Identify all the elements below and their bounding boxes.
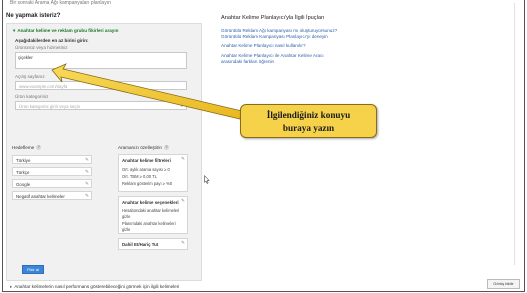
product-input[interactable]: çiçekler bbox=[15, 52, 187, 69]
targeting-item-label: Türkiye bbox=[16, 158, 31, 163]
chevron-down-icon: ▾ bbox=[180, 103, 183, 108]
tips-link-difference[interactable]: Anahtar Kelime Planlayıcı ile Anahtar Ke… bbox=[221, 53, 324, 58]
filter-line: Ort. aylık arama sayısı ≥ 0 bbox=[122, 167, 170, 172]
form-header[interactable]: ▾ Anahtar kelime ve reklam grubu fikirler… bbox=[13, 28, 118, 34]
option-line: Planımdaki anahtar kelimeleri bbox=[122, 221, 176, 226]
category-select[interactable]: Ürün kategorisi girin veya seçin ▾ bbox=[15, 101, 187, 110]
include-exclude-title: Dahil Et/Hariç Tut bbox=[122, 242, 159, 247]
help-icon[interactable]: ? bbox=[163, 145, 169, 151]
callout-line-1: İlgilendiğiniz konuyu bbox=[266, 110, 351, 120]
get-ideas-button[interactable]: Fikir al bbox=[22, 265, 44, 274]
mouse-cursor-icon bbox=[204, 175, 210, 184]
filter-line: Ort. TBM ≥ 0,00 TL bbox=[122, 174, 157, 179]
left-panel: Ne yapmak isteriz? ▾ Anahtar kelime ve re… bbox=[6, 13, 204, 283]
callout-line-2: buraya yazın bbox=[282, 123, 335, 133]
tips-link-howto[interactable]: Anahtar Kelime Planlayıcı nasıl kullanıl… bbox=[221, 43, 306, 48]
scrollbar-track[interactable] bbox=[514, 3, 522, 265]
landing-input-placeholder: www.example.com/sayfa bbox=[19, 84, 68, 89]
targeting-item-negative[interactable]: Negatif anahtar kelimeler ✎ bbox=[12, 191, 92, 200]
category-label: Ürün kategoriniz bbox=[15, 94, 49, 99]
keyword-filters-title: Anahtar kelime filtreleri bbox=[122, 158, 171, 163]
keyword-idea-form: ▾ Anahtar kelime ve reklam grubu fikirler… bbox=[6, 23, 202, 281]
include-exclude-card[interactable]: Dahil Et/Hariç Tut ✎ bbox=[118, 238, 188, 250]
pencil-icon[interactable]: ✎ bbox=[181, 156, 185, 162]
form-header-label: Anahtar kelime ve reklam grubu fikirleri… bbox=[17, 28, 119, 33]
help-icon[interactable]: ? bbox=[36, 145, 42, 151]
bottom-section-label: Anahtar kelimelerin nasıl performans gös… bbox=[14, 284, 180, 289]
pencil-icon[interactable]: ✎ bbox=[181, 198, 185, 204]
tips-title: Anahtar Kelime Planlayıcı'yla İlgili İpu… bbox=[221, 15, 325, 21]
bottom-collapsed-section[interactable]: ▸ Anahtar kelimelerin nasıl performans gö… bbox=[10, 284, 179, 290]
option-line: Hesabımdaki anahtar kelimeleri bbox=[122, 208, 180, 213]
product-input-value: çiçekler bbox=[18, 55, 33, 60]
pencil-icon[interactable]: ✎ bbox=[85, 169, 89, 175]
tips-panel: Anahtar Kelime Planlayıcı'yla İlgili İpu… bbox=[221, 15, 421, 21]
annotation-callout: İlgilendiğiniz konuyu buraya yazın bbox=[240, 104, 377, 138]
targeting-item-label: Negatif anahtar kelimeler bbox=[16, 194, 65, 199]
section-title: Ne yapmak isteriz? bbox=[6, 13, 61, 19]
pencil-icon[interactable]: ✎ bbox=[85, 193, 89, 199]
tips-link-display-planner[interactable]: Görüntülü Reklam Kampanyası Planlayıcı'y… bbox=[221, 34, 328, 39]
keyword-options-card[interactable]: Anahtar kelime seçenekleri ✎ Hesabımdaki… bbox=[118, 196, 188, 234]
landing-input[interactable]: www.example.com/sayfa bbox=[15, 81, 187, 90]
targeting-item-label: Türkçe bbox=[16, 170, 30, 175]
option-line: gizle bbox=[122, 227, 131, 232]
customize-label-text: Aramanızı özelleştirin bbox=[118, 145, 162, 150]
collapse-triangle-icon: ▸ bbox=[10, 284, 13, 289]
feedback-button[interactable]: Görüş bildir bbox=[487, 279, 520, 289]
pencil-icon[interactable]: ✎ bbox=[181, 240, 185, 246]
keyword-filters-card[interactable]: Anahtar kelime filtreleri ✎ Ort. aylık a… bbox=[118, 154, 188, 192]
targeting-label: Hedefleme? bbox=[12, 145, 42, 151]
tips-link-display[interactable]: Görüntülü Reklam Ağı kampanyası mı oluşt… bbox=[221, 28, 337, 33]
top-cut-text: Bir sonraki Arama Ağı kampanyaları planl… bbox=[10, 0, 111, 6]
targeting-item-label: Google bbox=[16, 182, 31, 187]
option-line: gizle bbox=[122, 214, 131, 219]
targeting-label-text: Hedefleme bbox=[12, 145, 35, 150]
filter-line: Reklam gösterim payı ≥ %0 bbox=[122, 181, 173, 186]
targeting-item-network[interactable]: Google ✎ bbox=[12, 179, 92, 188]
targeting-item-language[interactable]: Türkçe ✎ bbox=[12, 167, 92, 176]
keyword-options-title: Anahtar kelime seçenekleri bbox=[122, 200, 179, 205]
category-select-placeholder: Ürün kategorisi girin veya seçin bbox=[19, 104, 81, 109]
tips-link-difference-2[interactable]: arasındaki farkları öğrenin bbox=[221, 59, 274, 64]
targeting-item-location[interactable]: Türkiye ✎ bbox=[12, 155, 92, 164]
expand-triangle-icon: ▾ bbox=[13, 28, 16, 33]
customize-label: Aramanızı özelleştirin? bbox=[118, 145, 169, 151]
product-label: Ürününüz veya hizmetiniz bbox=[15, 45, 68, 50]
pencil-icon[interactable]: ✎ bbox=[85, 157, 89, 163]
landing-label: Açılış sayfanız bbox=[15, 74, 45, 79]
pencil-icon[interactable]: ✎ bbox=[85, 181, 89, 187]
instruction-label: Aşağıdakilerden en az birini girin: bbox=[15, 38, 89, 43]
